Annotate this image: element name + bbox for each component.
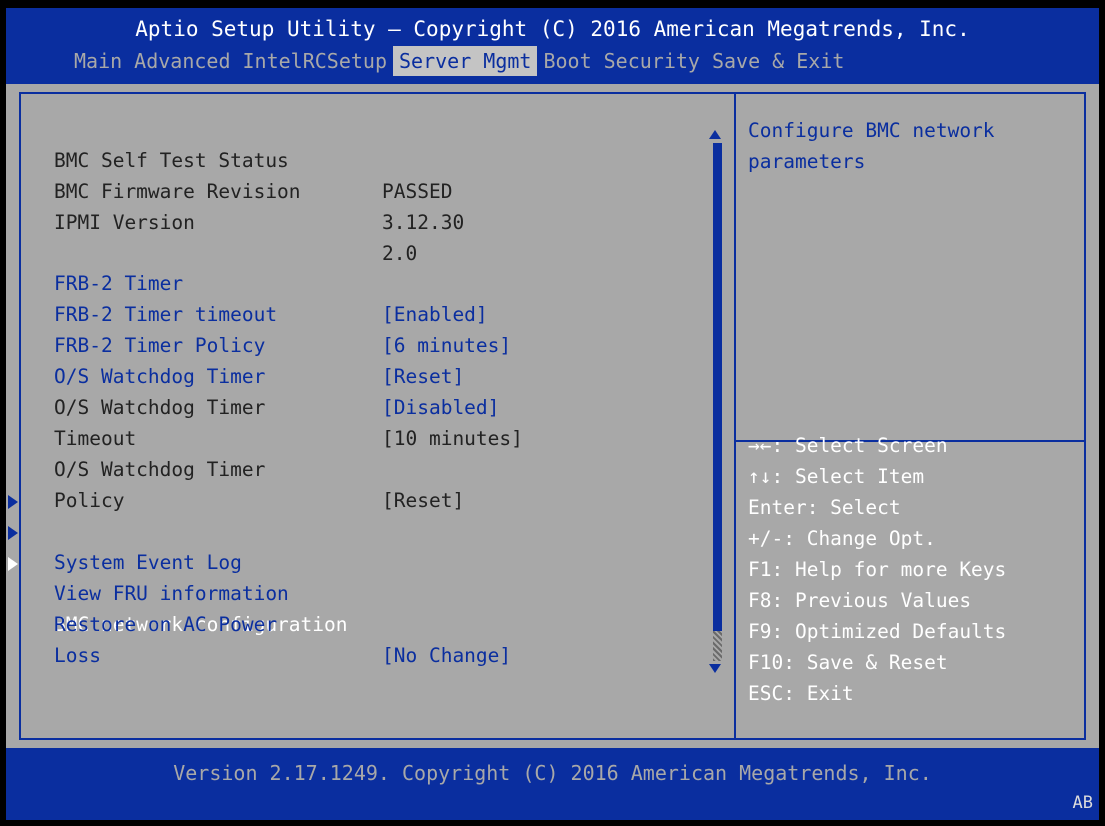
os-watchdog-timeout-row: O/S Watchdog Timer [10 minutes] — [6, 362, 523, 450]
os-watchdog-policy-row-cont: Policy — [6, 455, 124, 512]
frb2-timeout-row[interactable]: FRB-2 Timer timeout [6 minutes] — [6, 269, 511, 357]
frb2-policy-value[interactable]: [Reset] — [382, 362, 464, 393]
tab-save-exit[interactable]: Save & Exit — [706, 46, 850, 76]
help-description: Configure BMC network parameters — [748, 119, 1007, 173]
os-watchdog-timeout-row-cont: Timeout — [6, 393, 136, 450]
tab-security[interactable]: Security — [598, 46, 706, 76]
bmc-self-test-row: BMC Self Test Status PASSED — [6, 115, 452, 203]
ipmi-version-label: IPMI Version — [54, 210, 195, 234]
footer-bar: Version 2.17.1249. Copyright (C) 2016 Am… — [6, 748, 1099, 820]
key-help-item: F1: Help for more Keys — [748, 558, 1007, 581]
os-watchdog-value[interactable]: [Disabled] — [382, 393, 499, 424]
bmc-firmware-value: 3.12.30 — [382, 210, 465, 234]
bmc-self-test-label: BMC Self Test Status — [54, 148, 289, 172]
key-help-item: ESC: Exit — [748, 682, 854, 705]
os-watchdog-policy-label: O/S Watchdog Timer — [54, 457, 266, 481]
key-help-item: F8: Previous Values — [748, 589, 972, 612]
restore-ac-power-label-cont: Loss — [54, 643, 101, 667]
tab-server-mgmt[interactable]: Server Mgmt — [393, 46, 538, 76]
footer-corner-code: AB — [1072, 793, 1093, 813]
submenu-arrow-icon — [8, 557, 18, 571]
restore-ac-power-row[interactable]: Restore on AC Power [No Change] — [6, 579, 511, 667]
submenu-arrow-icon — [8, 526, 18, 540]
version-text: Version 2.17.1249. Copyright (C) 2016 Am… — [173, 761, 932, 785]
scrollbar-track[interactable] — [713, 631, 722, 661]
tab-intelrcsetup[interactable]: IntelRCSetup — [237, 46, 394, 76]
restore-ac-power-value[interactable]: [No Change] — [382, 641, 511, 672]
frb2-timeout-label: FRB-2 Timer timeout — [54, 302, 278, 326]
system-event-log-item[interactable]: System Event Log — [6, 486, 706, 574]
restore-ac-power-row-cont: Loss — [6, 610, 101, 667]
bmc-network-config-item[interactable]: BMC network configuration — [6, 548, 706, 636]
submenu-arrow-icon — [8, 495, 18, 509]
key-help-item: +/-: Change Opt. — [748, 527, 936, 550]
os-watchdog-label: O/S Watchdog Timer — [54, 364, 266, 388]
tab-main[interactable]: Main — [68, 46, 128, 76]
scrollbar-thumb[interactable] — [713, 143, 722, 631]
os-watchdog-timeout-value: [10 minutes] — [382, 426, 523, 450]
tab-bar: Main Advanced IntelRCSetup Server Mgmt B… — [68, 46, 850, 76]
key-help-item: Enter: Select — [748, 496, 901, 519]
tab-advanced[interactable]: Advanced — [128, 46, 236, 76]
os-watchdog-policy-row: O/S Watchdog Timer [Reset] — [6, 424, 464, 512]
key-help-item: F10: Save & Reset — [748, 651, 948, 674]
frb2-timer-value[interactable]: [Enabled] — [382, 300, 488, 331]
bmc-self-test-value: PASSED — [382, 179, 453, 203]
os-watchdog-row[interactable]: O/S Watchdog Timer [Disabled] — [6, 331, 499, 419]
os-watchdog-timeout-label: O/S Watchdog Timer — [54, 395, 266, 419]
bmc-firmware-label: BMC Firmware Revision — [54, 179, 301, 203]
page-title: Aptio Setup Utility – Copyright (C) 2016… — [135, 17, 970, 41]
key-help-item: →←: Select Screen — [748, 434, 948, 457]
frb2-policy-row[interactable]: FRB-2 Timer Policy [Reset] — [6, 300, 464, 388]
bmc-firmware-row: BMC Firmware Revision 3.12.30 — [6, 146, 464, 234]
scroll-down-arrow-icon[interactable] — [709, 664, 721, 673]
panel-divider — [734, 92, 736, 740]
scroll-up-arrow-icon[interactable] — [709, 130, 721, 139]
title-bar: Aptio Setup Utility – Copyright (C) 2016… — [6, 8, 1099, 84]
view-fru-label: View FRU information — [54, 581, 289, 605]
view-fru-item[interactable]: View FRU information — [6, 517, 706, 605]
key-help-item: F9: Optimized Defaults — [748, 620, 1007, 643]
frb2-policy-label: FRB-2 Timer Policy — [54, 333, 266, 357]
ipmi-version-row: IPMI Version 2.0 — [6, 177, 417, 265]
restore-ac-power-label: Restore on AC Power — [54, 612, 278, 636]
frb2-timer-row[interactable]: FRB-2 Timer [Enabled] — [6, 238, 488, 326]
key-help-item: ↑↓: Select Item — [748, 465, 925, 488]
tab-boot[interactable]: Boot — [537, 46, 597, 76]
ipmi-version-value: 2.0 — [382, 241, 418, 265]
bios-screen: Aptio Setup Utility – Copyright (C) 2016… — [6, 8, 1099, 820]
frb2-timeout-value[interactable]: [6 minutes] — [382, 331, 511, 362]
